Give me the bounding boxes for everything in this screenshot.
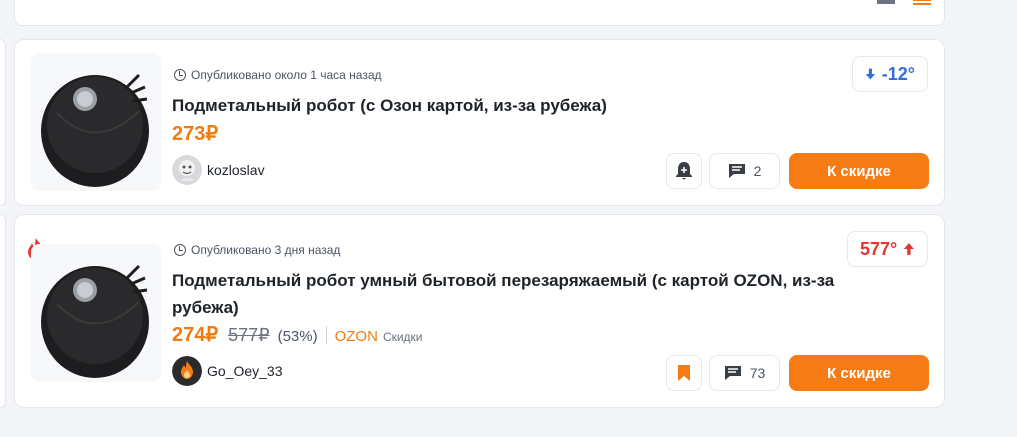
price-row: 274₽ 577₽ (53%) OZON Скидки xyxy=(172,322,423,347)
comments-button[interactable]: 2 xyxy=(709,153,780,189)
deal-title[interactable]: Подметальный робот умный бытовой перезар… xyxy=(172,267,872,321)
bell-icon xyxy=(676,162,692,180)
product-image[interactable] xyxy=(31,53,161,191)
arrow-up-icon xyxy=(904,243,915,255)
arrow-down-icon xyxy=(865,68,876,80)
bookmark-icon xyxy=(678,365,690,381)
publish-info: Опубликовано 3 дня назад xyxy=(174,243,340,257)
go-to-deal-button[interactable]: К скидке xyxy=(789,355,929,391)
shop-link[interactable]: OZON xyxy=(335,328,378,345)
go-to-deal-button[interactable]: К скидке xyxy=(789,153,929,189)
comments-count: 73 xyxy=(749,365,766,381)
comment-icon xyxy=(728,164,745,178)
publish-time: Опубликовано около 1 часа назад xyxy=(191,68,382,82)
temperature-badge[interactable]: -12° xyxy=(852,56,928,92)
deal-card[interactable]: Опубликовано около 1 часа назад Подметал… xyxy=(14,39,945,206)
deal-price: 274₽ xyxy=(172,324,219,346)
bookmark-button[interactable] xyxy=(666,355,702,391)
discount-percent: (53%) xyxy=(277,328,318,345)
comments-button[interactable]: 73 xyxy=(709,355,780,391)
feed-toolbar xyxy=(14,0,945,26)
divider xyxy=(325,325,327,344)
avatar[interactable] xyxy=(172,356,202,386)
clock-icon xyxy=(174,244,186,256)
price-row: 273₽ xyxy=(172,121,218,146)
clock-icon xyxy=(174,69,186,81)
compact-view-icon[interactable] xyxy=(913,0,931,7)
deal-price: 273₽ xyxy=(172,123,219,145)
author[interactable]: kozloslav xyxy=(172,155,265,185)
deal-card[interactable]: Опубликовано 3 дня назад Подметальный ро… xyxy=(14,214,945,408)
list-view-icon[interactable] xyxy=(877,0,895,7)
comments-count: 2 xyxy=(753,163,762,179)
author-name[interactable]: Go_Oey_33 xyxy=(207,363,283,379)
temperature-value: -12° xyxy=(881,63,915,84)
author[interactable]: Go_Oey_33 xyxy=(172,356,283,386)
author-name[interactable]: kozloslav xyxy=(207,162,265,178)
sidebar-edge xyxy=(0,39,6,206)
temperature-badge[interactable]: 577° xyxy=(847,231,928,267)
temperature-value: 577° xyxy=(860,238,898,259)
sidebar-edge xyxy=(0,214,6,408)
publish-time: Опубликовано 3 дня назад xyxy=(191,243,341,257)
old-price: 577₽ xyxy=(228,325,270,345)
comment-icon xyxy=(724,366,741,380)
deal-title[interactable]: Подметальный робот (с Озон картой, из-за… xyxy=(172,92,812,119)
shop-category[interactable]: Скидки xyxy=(383,330,423,344)
publish-info: Опубликовано около 1 часа назад xyxy=(174,68,382,82)
subscribe-button[interactable] xyxy=(666,153,702,189)
product-image[interactable] xyxy=(31,244,161,382)
avatar[interactable] xyxy=(172,155,202,185)
